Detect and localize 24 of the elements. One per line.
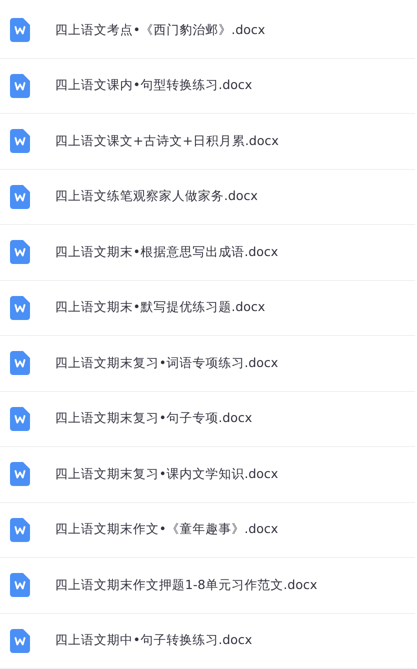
document-icon xyxy=(10,129,30,154)
file-name[interactable]: 四上语文期末复习•句子专项.docx xyxy=(55,410,252,428)
file-name[interactable]: 四上语文期末•根据意思写出成语.docx xyxy=(55,244,278,261)
file-name[interactable]: 四上语文课内•句型转换练习.docx xyxy=(55,77,252,94)
file-name[interactable]: 四上语文期末复习•词语专项练习.docx xyxy=(55,354,278,372)
document-icon xyxy=(10,351,30,376)
document-icon xyxy=(10,296,30,320)
file-name[interactable]: 四上语文课文+古诗文+日积月累.docx xyxy=(55,132,279,150)
document-icon xyxy=(10,573,30,598)
file-name[interactable]: 四上语文期末复习•课内文学知识.docx xyxy=(55,466,278,483)
document-icon xyxy=(10,462,30,486)
file-name[interactable]: 四上语文期末•默写提优练习题.docx xyxy=(55,299,266,316)
document-icon xyxy=(10,184,30,209)
file-name[interactable]: 四上语文练笔观察家人做家务.docx xyxy=(55,188,258,206)
file-name[interactable]: 四上语文期中•句子转换练习.docx xyxy=(55,632,252,650)
file-name[interactable]: 四上语文期末作文•《童年趣事》.docx xyxy=(55,521,278,538)
file-name[interactable]: 四上语文期末作文押题1-8单元习作范文.docx xyxy=(55,576,318,594)
document-icon xyxy=(10,74,30,98)
document-icon xyxy=(10,240,30,264)
document-icon xyxy=(10,18,30,42)
document-icon xyxy=(10,518,30,542)
document-icon xyxy=(10,406,30,431)
file-name[interactable]: 四上语文考点•《西门豹治邺》.docx xyxy=(55,22,266,39)
document-icon xyxy=(10,628,30,653)
